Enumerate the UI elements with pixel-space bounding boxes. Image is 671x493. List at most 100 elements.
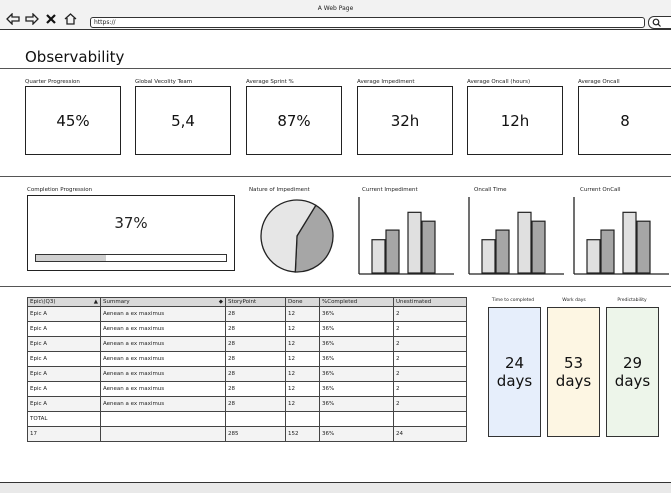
kpi-average-sprint: 87% [246,86,342,155]
table-cell-epic: Epic A [27,321,101,337]
window-title: A Web Page [317,5,354,12]
table-cell-epic: Epic A [27,396,101,412]
kpi-average-oncall: 8 [578,86,671,155]
epic-table: Epic\(Q3) ▲ Summary ◆ StoryPoint Done %Com… [27,297,467,442]
work-days-unit: days [555,372,592,390]
search-button[interactable] [648,16,671,29]
table-cell-storypoint: 28 [225,396,286,412]
table-cell-done: 12 [285,321,320,337]
table-cell-unestimated: 2 [393,396,467,412]
column-header-summary[interactable]: Summary ◆ [100,297,226,307]
table-row[interactable]: TOTAL [27,411,467,427]
predictability-card: 29 days [606,307,659,437]
table-row[interactable]: Epic A Aenean a ex maximus 28 12 36% 2 [27,351,467,367]
table-cell-completed [319,411,394,427]
table-cell-storypoint [225,411,286,427]
table-cell-summary [100,411,226,427]
bar [531,220,546,274]
kpi-global-velocity: 5,4 [135,86,231,155]
column-header-unestimated[interactable]: Unestimated [393,297,467,307]
table-row[interactable]: Epic A Aenean a ex maximus 28 12 36% 2 [27,396,467,412]
close-icon[interactable] [44,12,58,26]
kpi-divider [0,176,671,177]
home-icon[interactable] [63,12,77,26]
nature-of-impediment-pie [260,199,334,273]
work-days-label: Work days [562,298,586,303]
table-cell-completed: 36% [319,381,394,397]
column-header-epic[interactable]: Epic\(Q3) ▲ [27,297,101,307]
kpi-average-impediment: 32h [357,86,453,155]
table-cell-summary: Aenean a ex maximus [100,306,226,322]
table-row[interactable]: Epic A Aenean a ex maximus 28 12 36% 2 [27,381,467,397]
table-row[interactable]: 17 285 152 36% 24 [27,426,467,442]
table-cell-unestimated: 24 [393,426,467,442]
bar [421,220,436,274]
bar [586,239,601,274]
table-row[interactable]: Epic A Aenean a ex maximus 28 12 36% 2 [27,366,467,382]
table-cell-completed: 36% [319,321,394,337]
time-to-completed-value: 24 [504,354,525,372]
table-row[interactable]: Epic A Aenean a ex maximus 28 12 36% 2 [27,321,467,337]
table-cell-storypoint: 28 [225,366,286,382]
table-cell-completed: 36% [319,306,394,322]
table-cell-epic: Epic A [27,336,101,352]
table-cell-completed: 36% [319,426,394,442]
completion-progression-label: Completion Progression [27,187,93,193]
kpi-label-quarter-progression: Quarter Progression [25,79,80,85]
predictability-unit: days [614,372,651,390]
table-cell-done: 12 [285,351,320,367]
table-cell-summary: Aenean a ex maximus [100,336,226,352]
table-cell-unestimated: 2 [393,306,467,322]
address-bar[interactable]: https:// [90,17,645,28]
table-cell-done: 152 [285,426,320,442]
bar [517,211,532,274]
bar [481,239,496,274]
nature-of-impediment-label: Nature of Impediment [249,187,310,193]
table-cell-completed: 36% [319,351,394,367]
forward-arrow-icon[interactable] [25,12,39,26]
column-header-storypoint[interactable]: StoryPoint [225,297,286,307]
bar [600,229,615,274]
table-cell-summary: Aenean a ex maximus [100,396,226,412]
back-arrow-icon[interactable] [6,12,20,26]
table-cell-summary: Aenean a ex maximus [100,366,226,382]
table-cell-summary [100,426,226,442]
table-cell-completed: 36% [319,366,394,382]
table-cell-epic: Epic A [27,381,101,397]
bar [495,229,510,274]
table-cell-done: 12 [285,381,320,397]
bar [622,211,637,274]
table-cell-unestimated: 2 [393,321,467,337]
table-cell-unestimated: 2 [393,336,467,352]
table-row[interactable]: Epic A Aenean a ex maximus 28 12 36% 2 [27,306,467,322]
table-cell-done: 12 [285,396,320,412]
time-to-completed-unit: days [496,372,533,390]
title-divider [0,68,671,69]
column-header-completed[interactable]: %Completed [319,297,394,307]
table-header-row: Epic\(Q3) ▲ Summary ◆ StoryPoint Done %Com… [27,297,467,307]
table-cell-completed: 36% [319,396,394,412]
table-cell-storypoint: 28 [225,321,286,337]
table-cell-epic: Epic A [27,366,101,382]
current-impediment-chart [358,197,454,275]
table-cell-done: 12 [285,306,320,322]
time-to-completed-label: Time to completed [491,298,535,303]
table-cell-storypoint: 28 [225,381,286,397]
completion-progression-value: 37% [114,214,148,232]
status-bar [0,482,671,493]
bar [636,220,651,274]
work-days-card: 53 days [547,307,600,437]
kpi-label-average-oncall-hours: Average Oncall (hours) [467,79,531,85]
completion-progress-bar [35,254,227,262]
bar [407,211,422,274]
table-cell-storypoint: 28 [225,351,286,367]
table-cell-epic: TOTAL [27,411,101,427]
column-header-done[interactable]: Done [285,297,320,307]
completion-progress-fill [36,255,107,261]
current-impediment-label: Current Impediment [362,187,418,193]
oncall-time-label: Oncall Time [474,187,507,193]
table-cell-unestimated [393,411,467,427]
table-cell-unestimated: 2 [393,351,467,367]
predictability-label: Predictability [617,298,647,303]
table-row[interactable]: Epic A Aenean a ex maximus 28 12 36% 2 [27,336,467,352]
